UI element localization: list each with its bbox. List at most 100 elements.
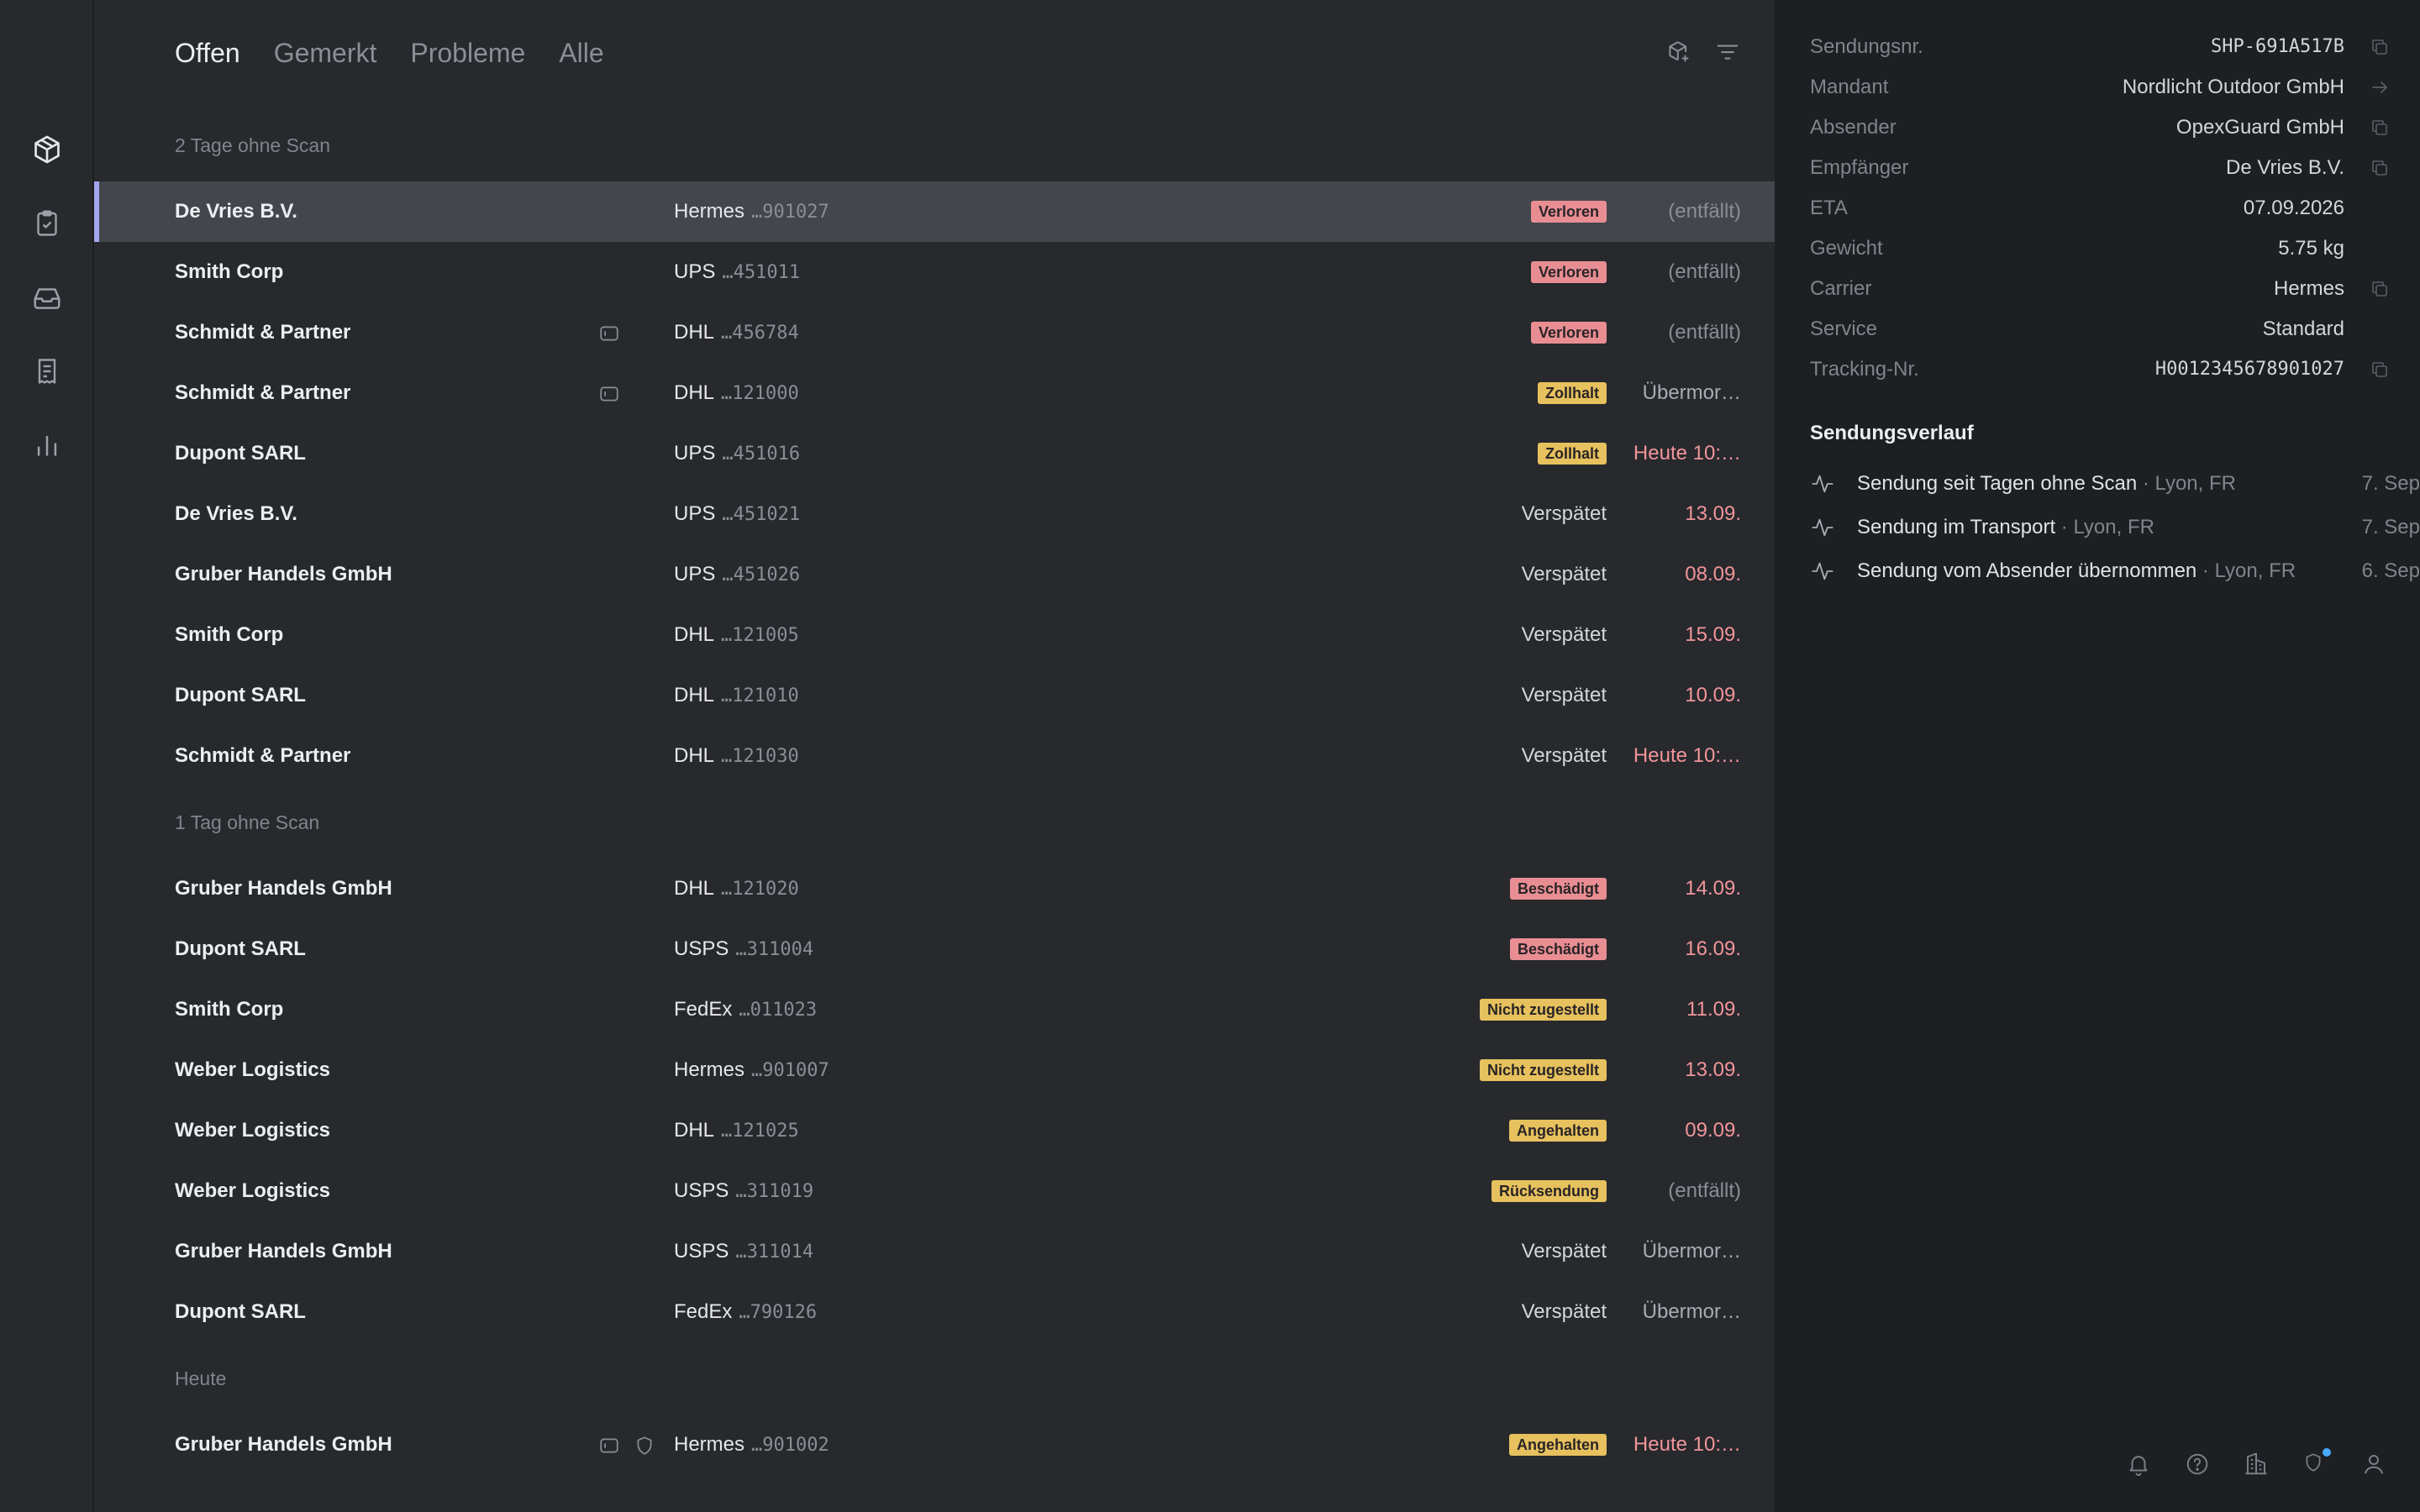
detail-label: Service: [1810, 318, 1878, 340]
copy-icon[interactable]: [2370, 158, 2390, 178]
detail-value: SHP-691A517B: [2211, 36, 2344, 57]
document-icon[interactable]: [29, 353, 66, 390]
carrier-cell: DHL …121020: [674, 858, 799, 920]
status-text: Verspätet: [1521, 563, 1607, 585]
status-badge: Verloren: [1530, 261, 1607, 283]
shipment-row[interactable]: Weber Logistics DHL …121025 Angehalten 09.09…: [94, 1100, 1775, 1161]
carrier-name: DHL: [674, 1119, 715, 1142]
filter-icon[interactable]: [1714, 39, 1741, 66]
new-package-icon[interactable]: [1665, 39, 1692, 66]
detail-row: ETA 07.09.2026: [1810, 188, 2398, 228]
status-badge: Verloren: [1530, 322, 1607, 344]
clipboard-check-icon[interactable]: [29, 205, 66, 242]
history-date: 7. Sep: [2361, 516, 2420, 538]
recipient-name: Gruber Handels GmbH: [175, 877, 392, 900]
detail-label: Mandant: [1810, 76, 1889, 98]
shipment-row[interactable]: Schmidt & Partner DHL …121000 Zollhalt Überm…: [94, 363, 1775, 423]
note-icon: [598, 1435, 620, 1457]
shipment-row[interactable]: De Vries B.V. Hermes …901027 Verloren (entfä…: [94, 181, 1775, 242]
shipment-row[interactable]: Weber Logistics Hermes …901007 Nicht zugest…: [94, 1040, 1775, 1100]
tracking-suffix: …451021: [722, 504, 801, 525]
detail-row: Gewicht 5.75 kg: [1810, 228, 2398, 269]
row-flags: [598, 1435, 655, 1457]
detail-row: Mandant Nordlicht Outdoor GmbH: [1810, 67, 2398, 108]
shipment-row[interactable]: Weber Logistics USPS …311019 Rücksendung (en…: [94, 1161, 1775, 1221]
shipment-row[interactable]: Smith Corp DHL …121005 Verspätet 15.09.: [94, 605, 1775, 665]
detail-value: Nordlicht Outdoor GmbH: [2122, 76, 2344, 98]
shipment-row[interactable]: Dupont SARL UPS …451016 Zollhalt Heute 10:…: [94, 423, 1775, 484]
recipient-name: Dupont SARL: [175, 442, 306, 465]
shipment-row[interactable]: Schmidt & Partner DHL …456784 Verloren (entf…: [94, 302, 1775, 363]
detail-value: 5.75 kg: [2278, 237, 2344, 260]
tracking-suffix: …901027: [751, 202, 829, 223]
help-icon[interactable]: [2185, 1452, 2212, 1478]
inbox-icon[interactable]: [29, 279, 66, 316]
carrier-cell: DHL …121010: [674, 665, 799, 727]
status-cell: Angehalten: [1508, 1100, 1607, 1161]
status-cell: Beschädigt: [1509, 858, 1607, 919]
status-cell: Nicht zugestellt: [1479, 1040, 1607, 1100]
activity-icon: [1810, 472, 1835, 496]
history-date: 6. Sep: [2361, 559, 2420, 582]
note-icon: [598, 323, 620, 344]
tab-gemerkt[interactable]: Gemerkt: [274, 34, 377, 72]
status-cell: Angehalten: [1508, 1415, 1607, 1475]
shipment-row[interactable]: Gruber Handels GmbH USPS …311014 Verspätet Ü…: [94, 1221, 1775, 1282]
status-badge: Nicht zugestellt: [1479, 999, 1607, 1021]
status-cell: Beschädigt: [1509, 919, 1607, 979]
notification-dot: [2323, 1448, 2331, 1457]
shipment-row[interactable]: De Vries B.V. UPS …451021 Verspätet 13.09.: [94, 484, 1775, 544]
package-icon[interactable]: [29, 131, 66, 168]
eta-value: Heute 10:…: [1633, 744, 1741, 767]
tracking-suffix: …311014: [735, 1242, 814, 1263]
tab-probleme[interactable]: Probleme: [410, 34, 525, 72]
building-icon[interactable]: [2244, 1452, 2270, 1478]
tracking-suffix: …451011: [722, 262, 801, 283]
tracking-suffix: …121020: [721, 879, 799, 900]
shipment-row[interactable]: Gruber Handels GmbH DHL …121020 Beschädigt 1…: [94, 858, 1775, 919]
shipment-row[interactable]: Dupont SARL USPS …311004 Beschädigt 16.09.: [94, 919, 1775, 979]
copy-icon[interactable]: [2370, 360, 2390, 380]
shipment-row[interactable]: Schmidt & Partner DHL …121030 Verspätet Heut…: [94, 726, 1775, 786]
detail-label: Carrier: [1810, 277, 1872, 300]
recipient-name: Weber Logistics: [175, 1179, 330, 1202]
detail-row: Sendungsnr. SHP-691A517B: [1810, 27, 2398, 67]
history-event: Sendung im Transport: [1857, 516, 2056, 538]
copy-icon[interactable]: [2370, 37, 2390, 57]
carrier-cell: UPS …451011: [674, 242, 800, 303]
user-icon[interactable]: [2361, 1452, 2388, 1478]
eta-value: (entfällt): [1668, 321, 1741, 344]
shipment-row[interactable]: Smith Corp FedEx …011023 Nicht zugestellt 11…: [94, 979, 1775, 1040]
recipient-name: Smith Corp: [175, 260, 284, 283]
tab-alle[interactable]: Alle: [559, 34, 603, 72]
carrier-name: UPS: [674, 563, 716, 585]
tracking-suffix: …121010: [721, 685, 799, 706]
carrier-name: DHL: [674, 684, 715, 706]
recipient-name: Dupont SARL: [175, 1300, 306, 1323]
copy-icon[interactable]: [2370, 118, 2390, 138]
recipient-name: Dupont SARL: [175, 684, 306, 706]
detail-value: Standard: [2262, 318, 2344, 340]
status-text: Verspätet: [1521, 502, 1607, 525]
status-badge: Angehalten: [1508, 1434, 1607, 1456]
eta-value: 14.09.: [1685, 877, 1741, 900]
tab-offen[interactable]: Offen: [175, 34, 240, 72]
shipment-row[interactable]: Smith Corp UPS …451011 Verloren (entfällt): [94, 242, 1775, 302]
activity-icon: [1810, 559, 1835, 583]
tracking-suffix: …456784: [721, 323, 799, 344]
shipment-row[interactable]: Dupont SARL DHL …121010 Verspätet 10.09.: [94, 665, 1775, 726]
bar-chart-icon[interactable]: [29, 427, 66, 464]
history-location: · Lyon, FR: [2055, 516, 2154, 538]
shipment-row[interactable]: Gruber Handels GmbH UPS …451026 Verspätet 08…: [94, 544, 1775, 605]
carrier-name: UPS: [674, 442, 716, 465]
shield-icon[interactable]: [2302, 1448, 2331, 1478]
copy-icon[interactable]: [2370, 279, 2390, 299]
status-text: Verspätet: [1521, 744, 1607, 767]
shipment-row[interactable]: Dupont SARL FedEx …790126 Verspätet Übermor…: [94, 1282, 1775, 1342]
tracking-suffix: …121000: [721, 383, 799, 404]
tracking-suffix: …901007: [751, 1060, 829, 1081]
bell-icon[interactable]: [2126, 1452, 2153, 1478]
shipment-row[interactable]: Gruber Handels GmbH Hermes …901002 Angehalt…: [94, 1415, 1775, 1475]
arrow-right-icon[interactable]: [2370, 77, 2390, 97]
status-badge: Zollhalt: [1538, 443, 1607, 465]
